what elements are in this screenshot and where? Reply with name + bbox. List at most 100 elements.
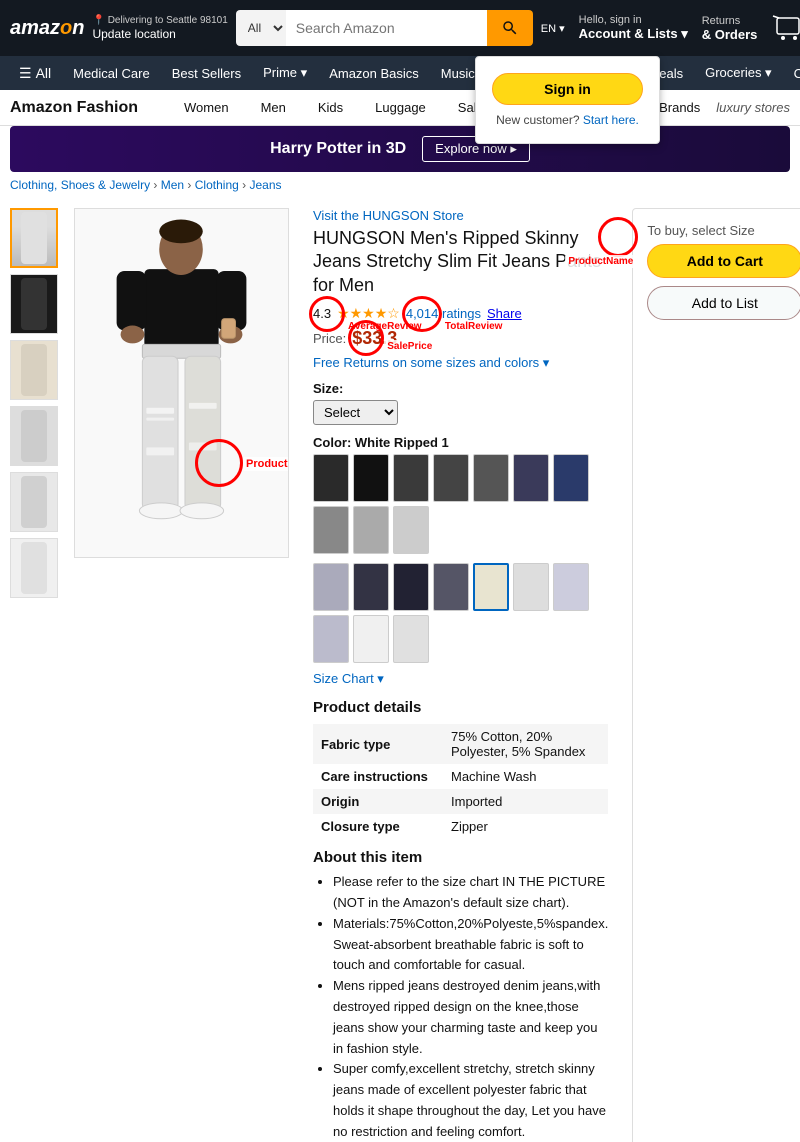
color-label: Color: White Ripped 1 [313, 435, 608, 450]
share-link[interactable]: Share [487, 306, 522, 321]
thumbnail-3[interactable] [10, 340, 58, 400]
swatch-2[interactable] [353, 454, 389, 502]
free-returns-link[interactable]: Free Returns on some sizes and colors ▾ [313, 355, 608, 371]
store-link[interactable]: Visit the HUNGSON Store [313, 208, 608, 223]
search-button[interactable] [487, 10, 533, 46]
thumbnail-4[interactable] [10, 406, 58, 466]
product-image-svg [75, 208, 288, 558]
language-flag-button[interactable]: EN ▾ [541, 22, 565, 35]
spec-val-closure: Zipper [443, 814, 608, 839]
thumbnail-strip [10, 208, 58, 1142]
swatch-12[interactable] [353, 563, 389, 611]
swatch-row-1 [313, 454, 608, 554]
nav-item-bestsellers[interactable]: Best Sellers [163, 61, 250, 86]
nav-item-customer[interactable]: Customer Services [785, 61, 800, 86]
main-product-image[interactable]: ProductImage [74, 208, 289, 558]
fashion-nav-title: Amazon Fashion [10, 99, 138, 117]
about-bullet-2: Materials:75%Cotton,20%Polyeste,5%spande… [333, 914, 608, 976]
swatch-18[interactable] [313, 615, 349, 663]
about-list: Please refer to the size chart IN THE PI… [313, 872, 608, 1142]
breadcrumb: Clothing, Shoes & Jewelry › Men › Clothi… [0, 172, 800, 198]
spec-row-care: Care instructions Machine Wash [313, 764, 608, 789]
spec-row-fabric: Fabric type 75% Cotton, 20% Polyester, 5… [313, 724, 608, 764]
sale-price: $33.3 SalePrice [352, 328, 397, 349]
thumbnail-2[interactable] [10, 274, 58, 334]
swatch-1[interactable] [313, 454, 349, 502]
fashion-nav: Amazon Fashion Women Men Kids Luggage Sa… [0, 90, 800, 126]
ratings-count-link[interactable]: 4,014 ratings TotalReview [406, 306, 481, 321]
swatch-11[interactable] [313, 563, 349, 611]
swatch-8[interactable] [313, 506, 349, 554]
cart-icon [771, 14, 800, 42]
search-input[interactable] [286, 10, 487, 46]
spec-val-care: Machine Wash [443, 764, 608, 789]
swatch-17[interactable] [553, 563, 589, 611]
search-bar: All [236, 10, 533, 46]
luxury-stores-button[interactable]: luxury stores [716, 100, 790, 115]
nav-item-medical[interactable]: Medical Care [64, 61, 159, 86]
avg-rating: 4.3 AverageReview [313, 306, 331, 321]
swatch-3[interactable] [393, 454, 429, 502]
swatch-6[interactable] [513, 454, 549, 502]
cart-button[interactable]: 0 [771, 14, 800, 42]
swatch-9[interactable] [353, 506, 389, 554]
fashion-nav-luggage[interactable]: Luggage [359, 92, 442, 123]
thumbnail-1[interactable] [10, 208, 58, 268]
about-bullet-4: Super comfy,excellent stretchy, stretch … [333, 1059, 608, 1142]
thumbnail-5[interactable] [10, 472, 58, 532]
fashion-nav-kids[interactable]: Kids [302, 92, 359, 123]
add-to-cart-button[interactable]: Add to Cart [647, 244, 800, 278]
breadcrumb-clothing[interactable]: Clothing, Shoes & Jewelry [10, 178, 150, 192]
sale-price-label: SalePrice [384, 340, 435, 353]
size-chart-link[interactable]: Size Chart ▾ [313, 671, 608, 687]
fashion-nav-women[interactable]: Women [168, 92, 245, 123]
swatch-15-active[interactable] [473, 563, 509, 611]
spec-row-origin: Origin Imported [313, 789, 608, 814]
returns-button[interactable]: Returns & Orders [702, 15, 758, 42]
size-select[interactable]: Select [313, 400, 398, 425]
search-category-select[interactable]: All [236, 10, 286, 46]
search-icon [501, 19, 519, 37]
about-bullet-1: Please refer to the size chart IN THE PI… [333, 872, 608, 914]
product-details-heading: Product details [313, 699, 608, 716]
nav-bar: ☰ All Medical Care Best Sellers Prime ▾ … [0, 56, 800, 90]
swatch-13[interactable] [393, 563, 429, 611]
about-heading: About this item [313, 849, 608, 866]
about-section: About this item Please refer to the size… [313, 849, 608, 1142]
swatch-4[interactable] [433, 454, 469, 502]
swatch-10[interactable] [393, 506, 429, 554]
price-label: Price: [313, 331, 346, 346]
nav-item-all[interactable]: ☰ All [10, 60, 60, 87]
delivery-info[interactable]: 📍 Delivering to Seattle 98101 Update loc… [92, 14, 227, 43]
breadcrumb-men[interactable]: Men [161, 178, 184, 192]
swatch-20[interactable] [393, 615, 429, 663]
swatch-5[interactable] [473, 454, 509, 502]
color-value: White Ripped 1 [355, 435, 449, 450]
spec-row-closure: Closure type Zipper [313, 814, 608, 839]
product-image-label: ProductImage [243, 457, 289, 471]
swatch-16[interactable] [513, 563, 549, 611]
account-button[interactable]: Hello, sign in Account & Lists ▾ [579, 14, 688, 42]
size-label: Size: [313, 381, 608, 396]
thumbnail-6[interactable] [10, 538, 58, 598]
swatch-7[interactable] [553, 454, 589, 502]
fashion-nav-men[interactable]: Men [245, 92, 302, 123]
swatch-19[interactable] [353, 615, 389, 663]
start-here-link[interactable]: Start here. [583, 113, 639, 127]
returns-label: Returns [702, 15, 741, 27]
delivery-line2: Update location [92, 27, 227, 43]
nav-item-prime[interactable]: Prime ▾ [254, 60, 316, 86]
color-swatches [313, 454, 608, 663]
signin-popup-button[interactable]: Sign in [492, 73, 643, 105]
breadcrumb-clothing2[interactable]: Clothing [195, 178, 239, 192]
breadcrumb-jeans[interactable]: Jeans [249, 178, 281, 192]
add-to-list-button[interactable]: Add to List [647, 286, 800, 320]
amazon-logo[interactable]: amazon [10, 18, 84, 38]
spec-key-closure: Closure type [313, 814, 443, 839]
nav-item-basics[interactable]: Amazon Basics [320, 61, 428, 86]
nav-item-groceries[interactable]: Groceries ▾ [696, 60, 781, 86]
spec-val-fabric: 75% Cotton, 20% Polyester, 5% Spandex [443, 724, 608, 764]
product-specs: Product details Fabric type 75% Cotton, … [313, 699, 608, 839]
swatch-14[interactable] [433, 563, 469, 611]
delivery-line1: Delivering to Seattle 98101 [108, 15, 228, 26]
